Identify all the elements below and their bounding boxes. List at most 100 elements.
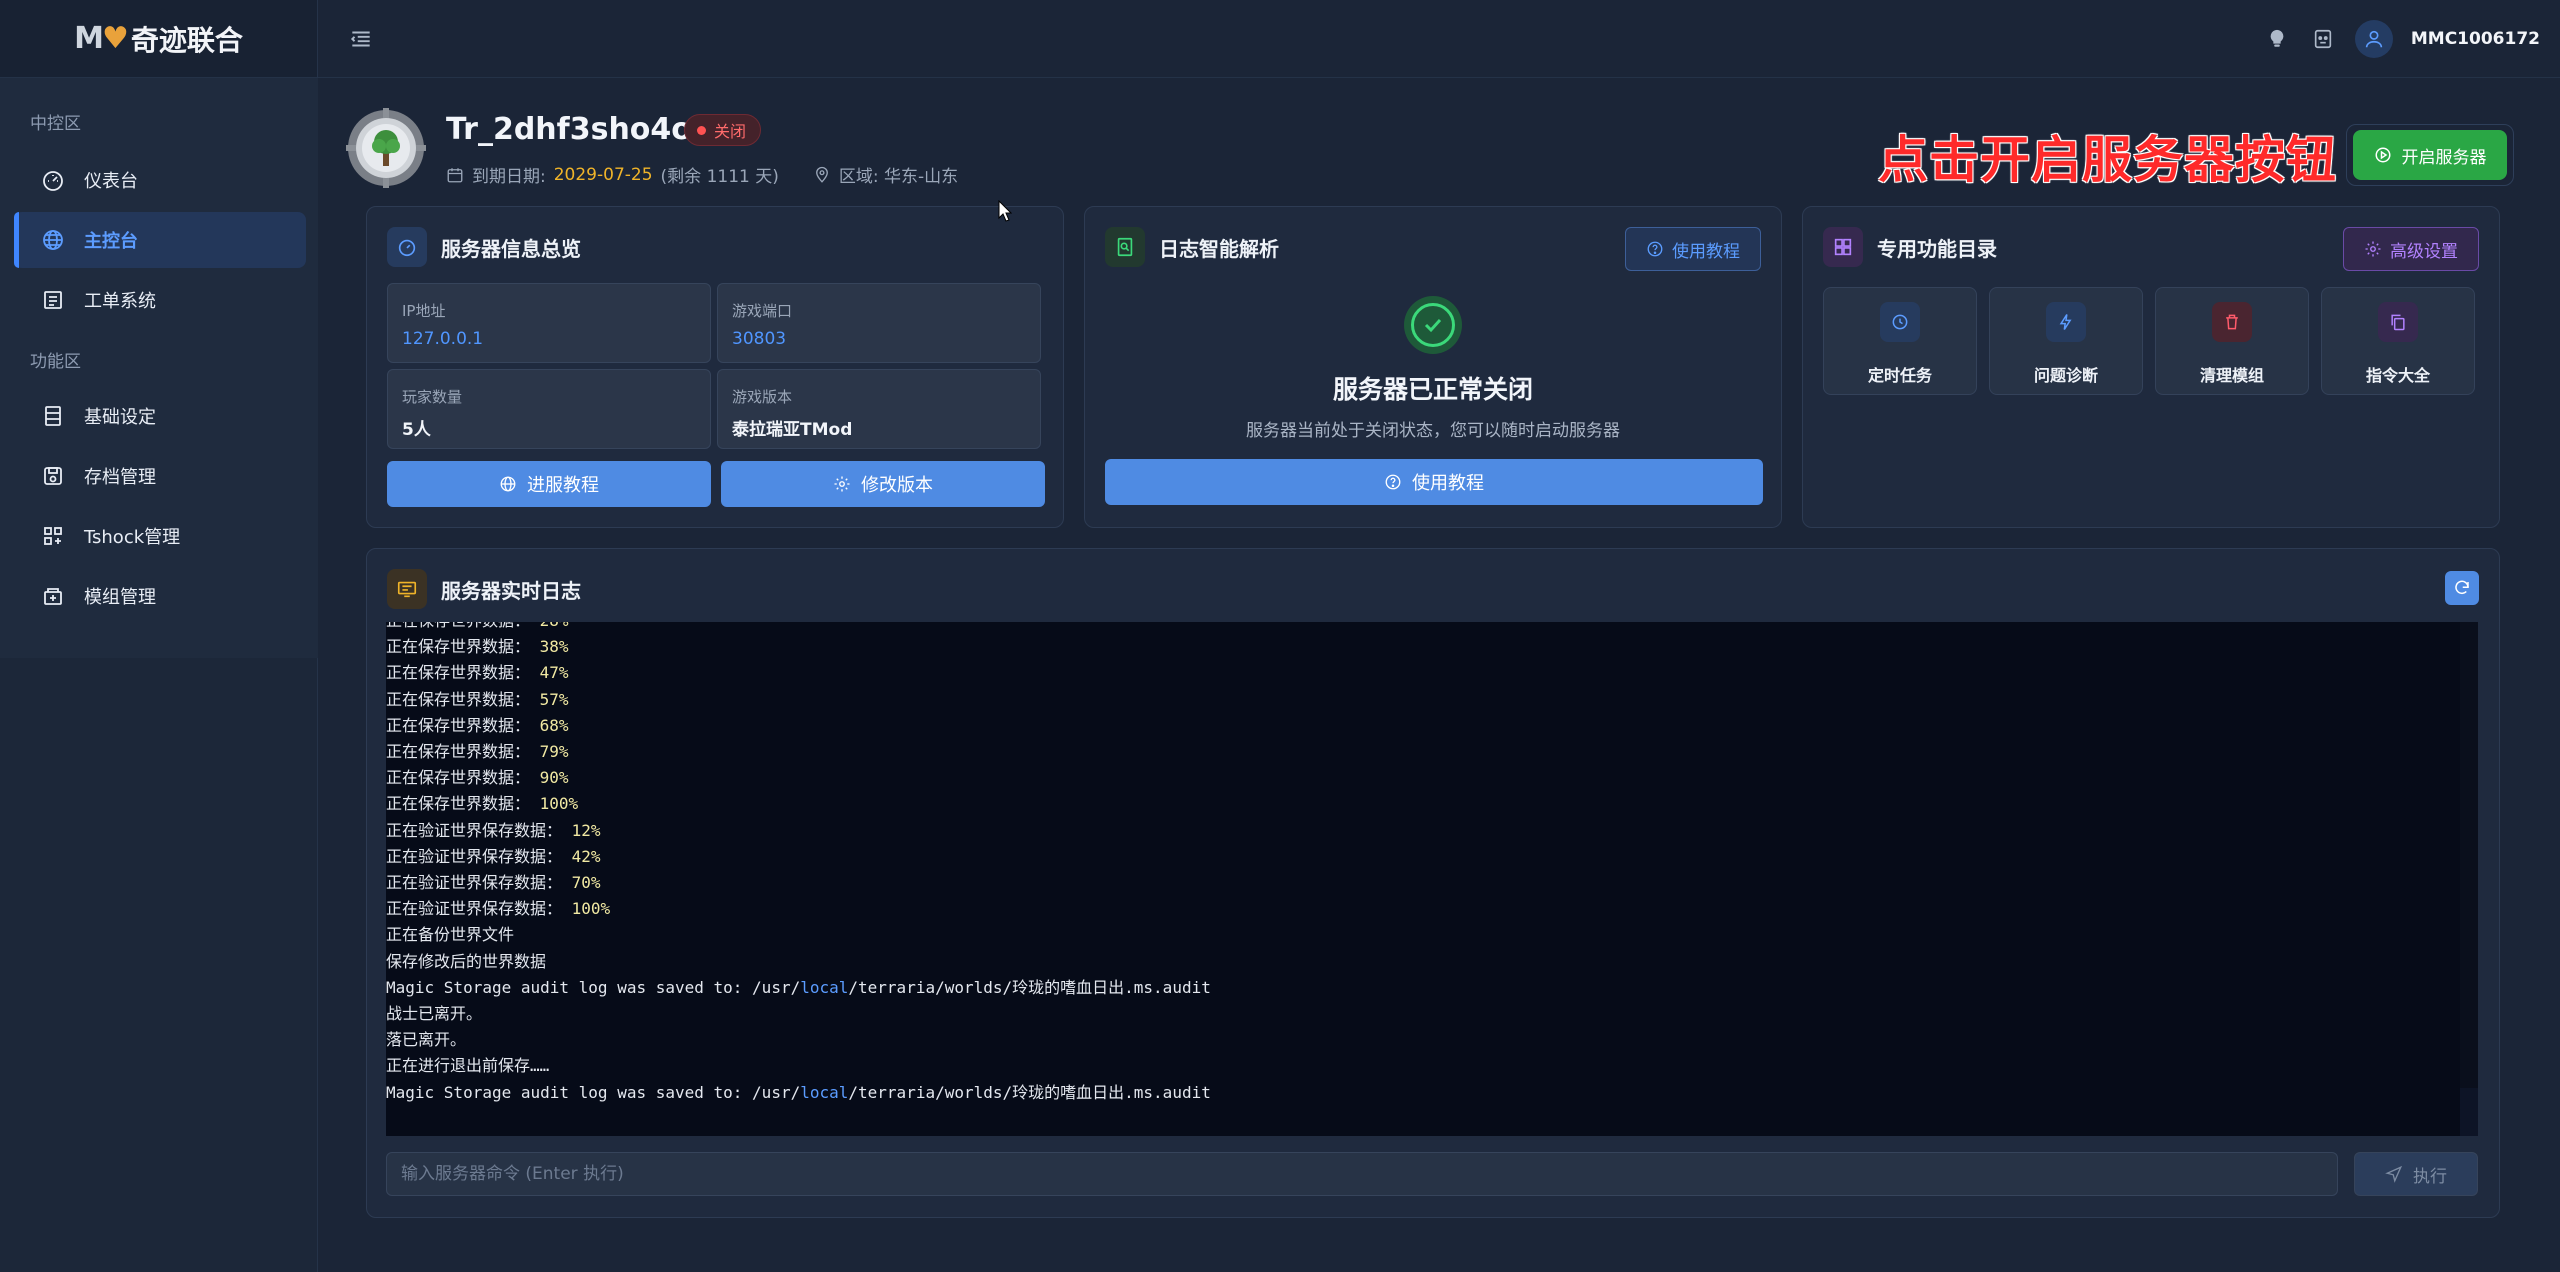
start-server-button[interactable]: 开启服务器 xyxy=(2353,130,2507,180)
server-info-card: 服务器信息总览 IP地址 127.0.0.1 游戏端口 30803 玩家数量 5… xyxy=(366,206,1064,528)
players-value: 5人 xyxy=(402,420,431,440)
log-analysis-card: 日志智能解析 使用教程 使用教程 xyxy=(1084,206,1782,528)
section-title-features: 功能区 xyxy=(30,352,81,372)
expiry-date: 2029-07-25 xyxy=(553,164,653,185)
func-label: 定时任务 xyxy=(1867,366,1932,385)
server-meta: 到期日期: 2029-07-25 (剩余 1111 天) 区域: 华东-山东 xyxy=(446,162,958,187)
expiry-label: 到期日期: xyxy=(472,167,546,187)
remaining-days: (剩余 1111 天) xyxy=(660,167,779,187)
sidebar-item-label: 存档管理 xyxy=(84,467,156,488)
ip-label: IP地址 xyxy=(402,302,446,320)
sidebar-item-dashboard[interactable]: 仪表台 xyxy=(14,152,306,208)
tutorial-label: 使用教程 xyxy=(1412,473,1484,494)
globe-icon xyxy=(40,227,66,253)
log-scrollbar[interactable] xyxy=(2460,622,2478,1136)
change-version-label: 修改版本 xyxy=(861,475,933,496)
log-line: 正在进行退出前保存…… xyxy=(386,1056,550,1076)
log-line: 正在保存世界数据： 100% xyxy=(386,794,579,814)
func-label: 清理模组 xyxy=(2199,366,2264,385)
calendar-icon xyxy=(447,167,463,182)
execute-button[interactable]: 执行 xyxy=(2354,1152,2478,1196)
func-scheduled-tasks[interactable]: 定时任务 xyxy=(1823,287,1977,395)
sidebar-item-tickets[interactable]: 工单系统 xyxy=(14,272,306,328)
username[interactable]: MMC1006172 xyxy=(2411,29,2540,49)
log-line: 正在保存世界数据： 38% xyxy=(386,637,569,657)
annotation-overlay: 点击开启服务器按钮 xyxy=(1878,131,2337,189)
play-icon xyxy=(2375,147,2390,163)
sidebar-item-basic-settings[interactable]: 基础设定 xyxy=(14,388,306,444)
refresh-icon xyxy=(2455,580,2469,595)
version-label: 游戏版本 xyxy=(732,388,793,406)
list-icon xyxy=(40,287,66,313)
card-header: 服务器信息总览 xyxy=(387,227,581,267)
join-tutorial-button[interactable]: 进服教程 xyxy=(387,461,711,507)
tutorial-label: 使用教程 xyxy=(1672,241,1740,262)
log-line: 保存修改后的世界数据 xyxy=(386,951,547,971)
logo[interactable]: M♥ 奇迹联合 xyxy=(74,19,243,59)
func-clean-mods[interactable]: 清理模组 xyxy=(2155,287,2309,395)
port-cell: 游戏端口 30803 xyxy=(717,283,1041,363)
join-tutorial-label: 进服教程 xyxy=(527,475,599,496)
ip-cell: IP地址 127.0.0.1 xyxy=(387,283,711,363)
tutorial-button[interactable]: 使用教程 xyxy=(1625,227,1761,271)
top-bar: MMC1006172 xyxy=(318,0,2560,78)
func-diagnosis[interactable]: 问题诊断 xyxy=(1989,287,2143,395)
lightbulb-icon[interactable] xyxy=(2263,25,2291,53)
functions-card: 专用功能目录 高级设置 定时任务 问题诊断 清理模组 指令大全 xyxy=(1802,206,2500,528)
tutorial-button-2[interactable]: 使用教程 xyxy=(1105,459,1763,505)
server-name: Tr_2dhf3sho4ov xyxy=(446,112,712,147)
start-button-wrap: 开启服务器 xyxy=(2346,124,2514,186)
log-line: 正在验证世界保存数据： 100% xyxy=(386,899,611,919)
region-text: 区域: 华东-山东 xyxy=(838,167,959,187)
status-text: 关闭 xyxy=(714,122,747,141)
log-line: 战士已离开。 xyxy=(386,1004,483,1024)
document-search-icon xyxy=(1105,227,1145,267)
region-info: 区域: 华东-山东 xyxy=(813,162,958,187)
sidebar-item-console[interactable]: 主控台 xyxy=(14,212,306,268)
user-avatar[interactable] xyxy=(2354,20,2393,58)
sidebar-item-label: 仪表台 xyxy=(84,171,138,192)
command-input[interactable] xyxy=(386,1152,2338,1196)
refresh-log-button[interactable] xyxy=(2445,571,2479,605)
sidebar-item-save-management[interactable]: 存档管理 xyxy=(14,448,306,504)
log-line: 正在保存世界数据： 90% xyxy=(386,768,569,788)
send-icon xyxy=(2385,1165,2403,1183)
advanced-settings-button[interactable]: 高级设置 xyxy=(2343,227,2479,271)
func-commands[interactable]: 指令大全 xyxy=(2321,287,2475,395)
brand-name: 奇迹联合 xyxy=(130,23,243,57)
menu-collapse-icon[interactable] xyxy=(348,26,374,52)
help-icon xyxy=(1385,474,1401,490)
log-scroll-thumb[interactable] xyxy=(2460,622,2478,1088)
port-value[interactable]: 30803 xyxy=(732,329,1040,349)
sidebar-item-tshock[interactable]: Tshock管理 xyxy=(14,508,306,564)
gear-icon xyxy=(834,476,850,492)
log-line: 正在保存世界数据： 57% xyxy=(386,689,569,709)
card-header: 专用功能目录 xyxy=(1823,227,1997,267)
log-lines: 正在保存世界数据： 28% 正在保存世界数据： 38% 正在保存世界数据： 47% 正… xyxy=(386,622,1211,1106)
card-title: 服务器信息总览 xyxy=(441,236,581,261)
sidebar-item-label: 主控台 xyxy=(84,231,138,252)
location-icon xyxy=(815,166,828,183)
card-title: 专用功能目录 xyxy=(1877,236,1997,261)
user-icon xyxy=(2365,30,2383,48)
ip-value[interactable]: 127.0.0.1 xyxy=(402,329,710,349)
log-line: Magic Storage audit log was saved to: /u… xyxy=(386,1082,1211,1102)
package-icon xyxy=(40,583,66,609)
server-list-icon xyxy=(40,403,66,429)
log-line: 落已离开。 xyxy=(386,1030,467,1050)
log-output[interactable]: 正在保存世界数据： 28% 正在保存世界数据： 38% 正在保存世界数据： 47% 正… xyxy=(386,622,2478,1136)
mouse-cursor-icon xyxy=(998,200,1012,222)
robot-icon[interactable] xyxy=(2309,25,2337,53)
sidebar-item-mods[interactable]: 模组管理 xyxy=(14,568,306,624)
log-line: 正在备份世界文件 xyxy=(386,925,515,945)
bolt-icon xyxy=(2046,302,2086,342)
change-version-button[interactable]: 修改版本 xyxy=(721,461,1045,507)
gear-icon xyxy=(2365,241,2381,257)
clock-icon xyxy=(1880,302,1920,342)
globe-icon xyxy=(500,476,516,492)
brand-area: M♥ 奇迹联合 xyxy=(0,0,317,78)
execute-label: 执行 xyxy=(2413,1166,2447,1187)
card-header: 服务器实时日志 xyxy=(387,569,581,609)
start-server-label: 开启服务器 xyxy=(2401,147,2487,168)
log-line: 正在保存世界数据： 28% xyxy=(386,622,1211,634)
